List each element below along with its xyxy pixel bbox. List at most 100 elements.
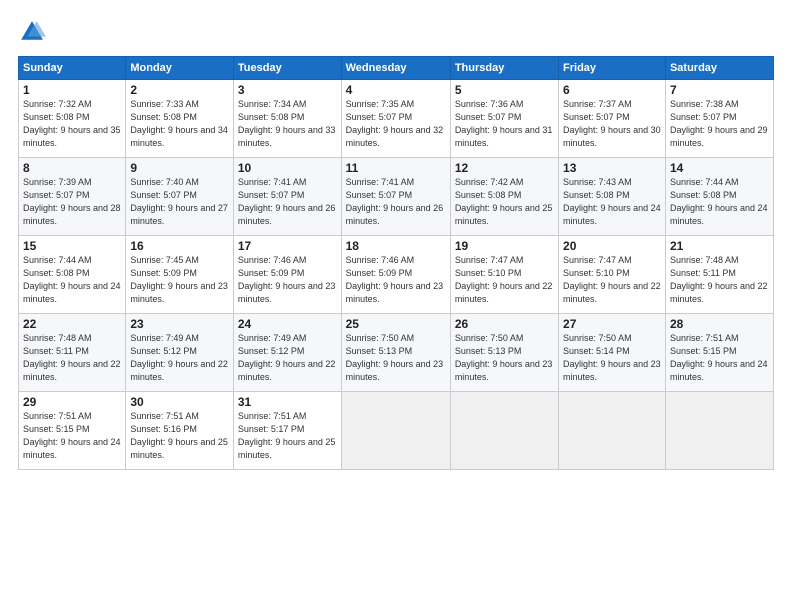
day-info: Sunrise: 7:38 AMSunset: 5:07 PMDaylight:…: [670, 98, 769, 150]
day-info: Sunrise: 7:51 AMSunset: 5:15 PMDaylight:…: [23, 410, 121, 462]
calendar-cell: 7Sunrise: 7:38 AMSunset: 5:07 PMDaylight…: [665, 80, 773, 158]
calendar-week-row: 8Sunrise: 7:39 AMSunset: 5:07 PMDaylight…: [19, 158, 774, 236]
day-info: Sunrise: 7:47 AMSunset: 5:10 PMDaylight:…: [455, 254, 554, 306]
calendar-cell: 10Sunrise: 7:41 AMSunset: 5:07 PMDayligh…: [233, 158, 341, 236]
calendar-cell: 13Sunrise: 7:43 AMSunset: 5:08 PMDayligh…: [559, 158, 666, 236]
day-info: Sunrise: 7:44 AMSunset: 5:08 PMDaylight:…: [670, 176, 769, 228]
day-number: 11: [346, 161, 446, 175]
day-info: Sunrise: 7:39 AMSunset: 5:07 PMDaylight:…: [23, 176, 121, 228]
calendar-week-row: 1Sunrise: 7:32 AMSunset: 5:08 PMDaylight…: [19, 80, 774, 158]
calendar-cell: 31Sunrise: 7:51 AMSunset: 5:17 PMDayligh…: [233, 392, 341, 470]
day-info: Sunrise: 7:49 AMSunset: 5:12 PMDaylight:…: [130, 332, 229, 384]
day-info: Sunrise: 7:51 AMSunset: 5:16 PMDaylight:…: [130, 410, 229, 462]
calendar-cell: 16Sunrise: 7:45 AMSunset: 5:09 PMDayligh…: [126, 236, 234, 314]
page: SundayMondayTuesdayWednesdayThursdayFrid…: [0, 0, 792, 612]
calendar-cell: 23Sunrise: 7:49 AMSunset: 5:12 PMDayligh…: [126, 314, 234, 392]
day-info: Sunrise: 7:47 AMSunset: 5:10 PMDaylight:…: [563, 254, 661, 306]
calendar-cell: 2Sunrise: 7:33 AMSunset: 5:08 PMDaylight…: [126, 80, 234, 158]
day-info: Sunrise: 7:42 AMSunset: 5:08 PMDaylight:…: [455, 176, 554, 228]
day-number: 25: [346, 317, 446, 331]
day-number: 21: [670, 239, 769, 253]
calendar-week-row: 22Sunrise: 7:48 AMSunset: 5:11 PMDayligh…: [19, 314, 774, 392]
logo-icon: [18, 18, 46, 46]
day-info: Sunrise: 7:46 AMSunset: 5:09 PMDaylight:…: [346, 254, 446, 306]
day-number: 15: [23, 239, 121, 253]
day-info: Sunrise: 7:50 AMSunset: 5:14 PMDaylight:…: [563, 332, 661, 384]
day-info: Sunrise: 7:35 AMSunset: 5:07 PMDaylight:…: [346, 98, 446, 150]
calendar-cell: 24Sunrise: 7:49 AMSunset: 5:12 PMDayligh…: [233, 314, 341, 392]
day-number: 3: [238, 83, 337, 97]
weekday-header: Thursday: [450, 57, 558, 80]
day-number: 8: [23, 161, 121, 175]
day-number: 12: [455, 161, 554, 175]
day-number: 17: [238, 239, 337, 253]
day-number: 26: [455, 317, 554, 331]
calendar-cell: 11Sunrise: 7:41 AMSunset: 5:07 PMDayligh…: [341, 158, 450, 236]
calendar-cell: 27Sunrise: 7:50 AMSunset: 5:14 PMDayligh…: [559, 314, 666, 392]
day-info: Sunrise: 7:34 AMSunset: 5:08 PMDaylight:…: [238, 98, 337, 150]
day-info: Sunrise: 7:44 AMSunset: 5:08 PMDaylight:…: [23, 254, 121, 306]
calendar-cell: 18Sunrise: 7:46 AMSunset: 5:09 PMDayligh…: [341, 236, 450, 314]
calendar-cell: 21Sunrise: 7:48 AMSunset: 5:11 PMDayligh…: [665, 236, 773, 314]
calendar-cell: 9Sunrise: 7:40 AMSunset: 5:07 PMDaylight…: [126, 158, 234, 236]
day-info: Sunrise: 7:40 AMSunset: 5:07 PMDaylight:…: [130, 176, 229, 228]
day-info: Sunrise: 7:51 AMSunset: 5:17 PMDaylight:…: [238, 410, 337, 462]
calendar-cell: 8Sunrise: 7:39 AMSunset: 5:07 PMDaylight…: [19, 158, 126, 236]
calendar-table: SundayMondayTuesdayWednesdayThursdayFrid…: [18, 56, 774, 470]
calendar-cell: 25Sunrise: 7:50 AMSunset: 5:13 PMDayligh…: [341, 314, 450, 392]
calendar-cell: 5Sunrise: 7:36 AMSunset: 5:07 PMDaylight…: [450, 80, 558, 158]
calendar-cell: 19Sunrise: 7:47 AMSunset: 5:10 PMDayligh…: [450, 236, 558, 314]
calendar-cell: 22Sunrise: 7:48 AMSunset: 5:11 PMDayligh…: [19, 314, 126, 392]
day-info: Sunrise: 7:50 AMSunset: 5:13 PMDaylight:…: [455, 332, 554, 384]
day-number: 1: [23, 83, 121, 97]
weekday-header: Sunday: [19, 57, 126, 80]
day-info: Sunrise: 7:36 AMSunset: 5:07 PMDaylight:…: [455, 98, 554, 150]
day-number: 16: [130, 239, 229, 253]
day-number: 30: [130, 395, 229, 409]
day-info: Sunrise: 7:33 AMSunset: 5:08 PMDaylight:…: [130, 98, 229, 150]
day-info: Sunrise: 7:32 AMSunset: 5:08 PMDaylight:…: [23, 98, 121, 150]
day-info: Sunrise: 7:41 AMSunset: 5:07 PMDaylight:…: [238, 176, 337, 228]
day-info: Sunrise: 7:43 AMSunset: 5:08 PMDaylight:…: [563, 176, 661, 228]
day-number: 28: [670, 317, 769, 331]
weekday-header: Tuesday: [233, 57, 341, 80]
calendar-cell: 6Sunrise: 7:37 AMSunset: 5:07 PMDaylight…: [559, 80, 666, 158]
weekday-header-row: SundayMondayTuesdayWednesdayThursdayFrid…: [19, 57, 774, 80]
weekday-header: Monday: [126, 57, 234, 80]
calendar-cell: [665, 392, 773, 470]
calendar-cell: 26Sunrise: 7:50 AMSunset: 5:13 PMDayligh…: [450, 314, 558, 392]
day-number: 10: [238, 161, 337, 175]
day-number: 13: [563, 161, 661, 175]
day-info: Sunrise: 7:48 AMSunset: 5:11 PMDaylight:…: [670, 254, 769, 306]
weekday-header: Saturday: [665, 57, 773, 80]
weekday-header: Wednesday: [341, 57, 450, 80]
day-info: Sunrise: 7:48 AMSunset: 5:11 PMDaylight:…: [23, 332, 121, 384]
calendar-cell: 28Sunrise: 7:51 AMSunset: 5:15 PMDayligh…: [665, 314, 773, 392]
calendar-cell: 3Sunrise: 7:34 AMSunset: 5:08 PMDaylight…: [233, 80, 341, 158]
day-number: 23: [130, 317, 229, 331]
day-number: 29: [23, 395, 121, 409]
day-info: Sunrise: 7:41 AMSunset: 5:07 PMDaylight:…: [346, 176, 446, 228]
calendar-cell: 29Sunrise: 7:51 AMSunset: 5:15 PMDayligh…: [19, 392, 126, 470]
day-number: 9: [130, 161, 229, 175]
day-number: 19: [455, 239, 554, 253]
weekday-header: Friday: [559, 57, 666, 80]
calendar-cell: [450, 392, 558, 470]
calendar-week-row: 29Sunrise: 7:51 AMSunset: 5:15 PMDayligh…: [19, 392, 774, 470]
day-number: 2: [130, 83, 229, 97]
calendar-cell: 15Sunrise: 7:44 AMSunset: 5:08 PMDayligh…: [19, 236, 126, 314]
logo: [18, 18, 50, 46]
day-number: 31: [238, 395, 337, 409]
day-number: 20: [563, 239, 661, 253]
header: [18, 18, 774, 46]
calendar-cell: 12Sunrise: 7:42 AMSunset: 5:08 PMDayligh…: [450, 158, 558, 236]
calendar-cell: [341, 392, 450, 470]
day-number: 18: [346, 239, 446, 253]
calendar-week-row: 15Sunrise: 7:44 AMSunset: 5:08 PMDayligh…: [19, 236, 774, 314]
day-number: 5: [455, 83, 554, 97]
day-number: 27: [563, 317, 661, 331]
calendar-cell: 17Sunrise: 7:46 AMSunset: 5:09 PMDayligh…: [233, 236, 341, 314]
day-number: 6: [563, 83, 661, 97]
day-number: 14: [670, 161, 769, 175]
day-number: 22: [23, 317, 121, 331]
